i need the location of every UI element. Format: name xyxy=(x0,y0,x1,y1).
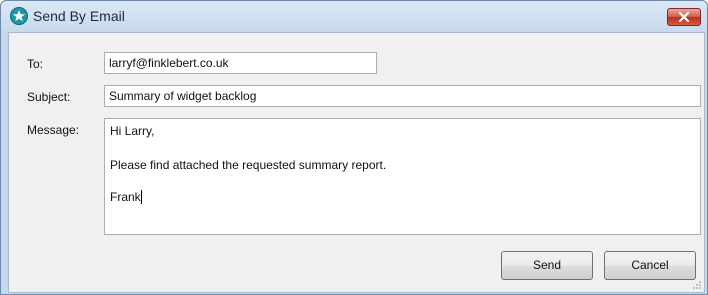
message-label: Message: xyxy=(27,123,80,137)
message-line: Please find attached the requested summa… xyxy=(110,158,387,172)
text-caret xyxy=(140,190,142,204)
message-textarea[interactable]: Hi Larry, Please find attached the reque… xyxy=(104,118,701,235)
to-field[interactable]: larryf@finklebert.co.uk xyxy=(104,52,377,74)
close-icon xyxy=(678,12,690,22)
subject-field[interactable]: Summary of widget backlog xyxy=(104,85,701,107)
app-star-icon xyxy=(10,7,28,25)
subject-label: Subject: xyxy=(27,90,71,104)
message-line: Frank xyxy=(110,190,141,204)
dialog-body: To: larryf@finklebert.co.uk Subject: Sum… xyxy=(8,32,705,293)
window-title: Send By Email xyxy=(33,8,125,24)
send-by-email-dialog: Send By Email To: larryf@finklebert.co.u… xyxy=(0,0,708,295)
title-bar[interactable]: Send By Email xyxy=(1,1,707,31)
resize-grip-icon[interactable] xyxy=(692,280,702,290)
send-button[interactable]: Send xyxy=(501,251,593,280)
to-label: To: xyxy=(27,57,44,71)
close-button[interactable] xyxy=(667,8,701,26)
cancel-button[interactable]: Cancel xyxy=(604,251,696,280)
message-line-with-caret: Frank xyxy=(110,190,142,204)
message-line: Hi Larry, xyxy=(110,124,155,138)
